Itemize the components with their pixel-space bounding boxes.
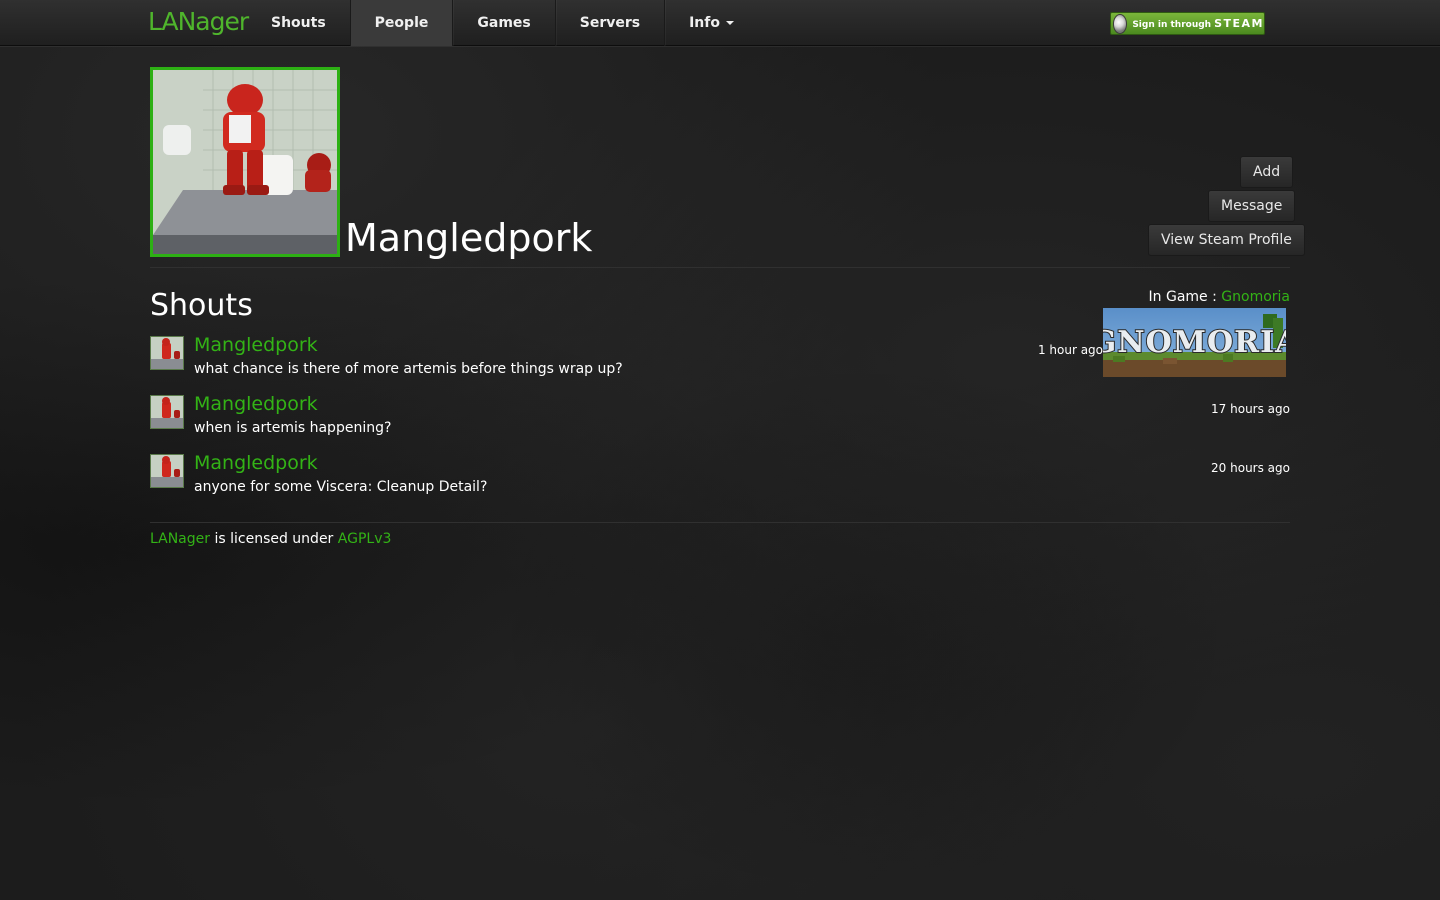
shout-author-link[interactable]: Mangledpork: [194, 451, 318, 475]
shout-text: what chance is there of more artemis bef…: [194, 361, 623, 377]
nav-servers[interactable]: Servers: [556, 0, 666, 46]
chevron-down-icon: [725, 21, 734, 25]
nav-info-label: Info: [689, 15, 720, 31]
add-friend-button[interactable]: Add: [1240, 156, 1294, 188]
shout-author-link[interactable]: Mangledpork: [194, 392, 318, 416]
steam-signin-button[interactable]: Sign in through STEAM: [1110, 12, 1265, 35]
shout-text: anyone for some Viscera: Cleanup Detail?: [194, 479, 488, 495]
footer-lanager-link[interactable]: LANager: [150, 531, 210, 547]
shout-item: Mangledpork when is artemis happening? 1…: [150, 392, 1290, 450]
shout-timestamp: 20 hours ago: [1211, 461, 1290, 475]
profile-name: Mangledpork: [345, 216, 593, 260]
steam-signin-label: Sign in through STEAM: [1132, 17, 1264, 30]
main-nav: Shouts People Games Servers Info: [247, 0, 758, 46]
game-banner-image: GNOMORIA: [1103, 308, 1286, 377]
shout-author-link[interactable]: Mangledpork: [194, 333, 318, 357]
in-game-status: In Game : Gnomoria: [1100, 289, 1290, 305]
top-navbar: LANager Shouts People Games Servers Info…: [0, 0, 1440, 46]
divider: [150, 267, 1290, 268]
nav-people[interactable]: People: [350, 0, 454, 46]
message-button[interactable]: Message: [1208, 190, 1296, 222]
shouts-heading: Shouts: [150, 288, 253, 323]
nav-games[interactable]: Games: [453, 0, 556, 46]
footer: LANager is licensed under AGPLv3: [150, 530, 391, 548]
view-steam-profile-button[interactable]: View Steam Profile: [1148, 224, 1305, 256]
shout-timestamp: 1 hour ago: [1037, 343, 1103, 357]
steam-logo-icon: [1113, 13, 1128, 34]
avatar-image: [153, 70, 337, 254]
in-game-label: In Game :: [1148, 289, 1217, 305]
nav-info-dropdown[interactable]: Info: [665, 0, 758, 46]
footer-text: is licensed under: [210, 531, 338, 547]
shout-avatar[interactable]: [150, 454, 184, 488]
divider: [150, 522, 1290, 523]
profile-avatar: [150, 67, 340, 257]
shout-item: Mangledpork anyone for some Viscera: Cle…: [150, 451, 1290, 509]
game-banner-gnomoria[interactable]: GNOMORIA: [1103, 308, 1286, 377]
brand-logo[interactable]: LANager: [148, 4, 249, 40]
nav-shouts[interactable]: Shouts: [247, 0, 351, 46]
shout-avatar[interactable]: [150, 336, 184, 370]
game-banner-title: GNOMORIA: [1103, 325, 1286, 360]
in-game-link[interactable]: Gnomoria: [1221, 289, 1290, 305]
shout-avatar[interactable]: [150, 395, 184, 429]
footer-license-link[interactable]: AGPLv3: [338, 531, 392, 547]
shout-text: when is artemis happening?: [194, 420, 392, 436]
shout-timestamp: 17 hours ago: [1211, 402, 1290, 416]
